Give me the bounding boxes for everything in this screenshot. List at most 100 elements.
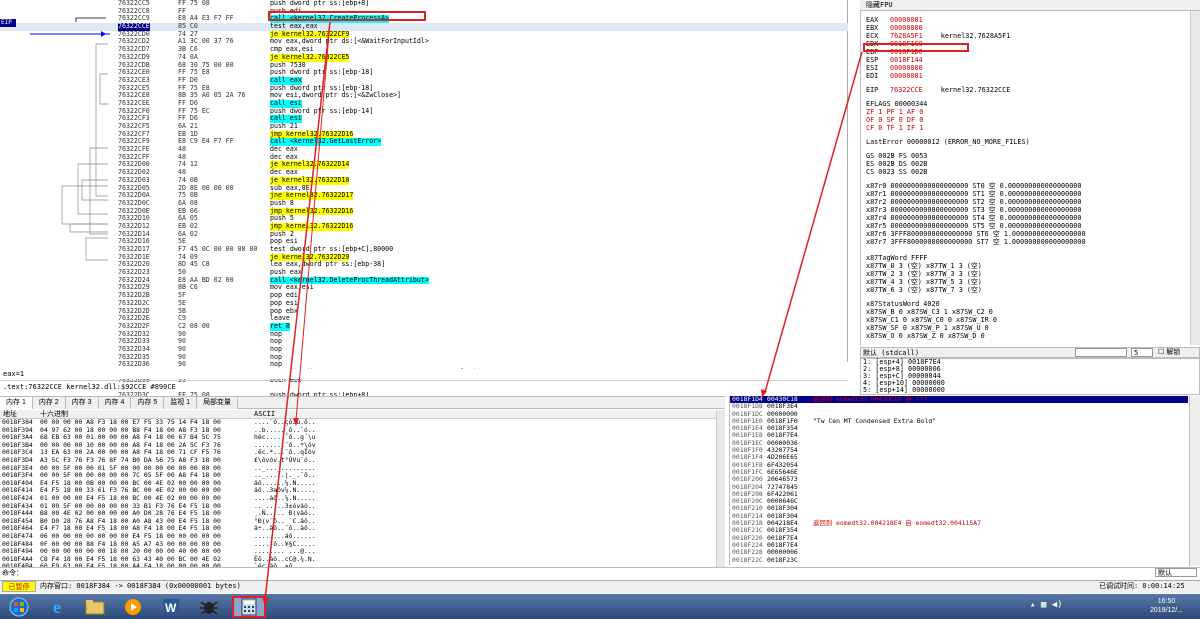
disassembly-rows[interactable]: 76322CC5 FF 75 08 push dword ptr ss:[ebp+8… [0, 0, 848, 400]
register-value: 00000001 [890, 72, 923, 80]
clock-date: 2019/12/... [1150, 607, 1184, 614]
flags-line: OF 0 SF 0 DF 0 [866, 116, 924, 124]
command-mode-select[interactable]: 默认 [1155, 568, 1197, 577]
dump-tab[interactable]: 内存 1 [0, 397, 33, 409]
stack-row[interactable]: 0018F210 0018F304 [730, 505, 1188, 513]
statusword-line: x87SW_B 0 x87SW_C3 1 x87SW_C2 0 [866, 308, 993, 316]
segment-line: GS 002B FS 0053 [866, 152, 928, 160]
stack-row[interactable]: 0018F200 20646573 [730, 475, 1188, 483]
dump-tab[interactable]: 内存 3 [65, 397, 99, 409]
command-bar[interactable]: 命令： [0, 567, 1200, 578]
stack-row[interactable]: 0018F1DC 00000000 [730, 410, 1188, 418]
disasm-bytes: E8 C9 E4 F7 FF [178, 137, 234, 146]
stack-address: 0018F22C [732, 555, 763, 564]
flags-line: CF 0 TF 1 IF 1 [866, 124, 924, 132]
unlock-label: 解锁 [1166, 349, 1181, 356]
stack-scrollbar[interactable] [1189, 396, 1200, 566]
stack-row[interactable]: 0018F228 00000006 [730, 548, 1188, 556]
register-esi: ESI 00000000 [866, 64, 923, 72]
dump-tabs[interactable]: 内存 1 内存 2 内存 3 内存 4 内存 5 监视 1 局部变量 [0, 396, 725, 409]
stack-row[interactable]: 0018F224 0018F7E4 [730, 541, 1188, 549]
ie-icon: e [53, 596, 61, 617]
registers-scrollbar[interactable] [1190, 11, 1200, 345]
taskbar-debugger[interactable] [192, 596, 226, 618]
stack-row[interactable]: 0018F220 0018F7E4 [730, 534, 1188, 542]
memory-dump[interactable]: 0018F384 00 00 00 00 A8 F3 18 00 E7 F5 33… [0, 419, 725, 567]
taskbar-word[interactable]: W [154, 596, 188, 618]
dump-tab[interactable]: 内存 2 [32, 397, 66, 409]
stack-row[interactable]: 0018F218 004218E4 返回到 eomedt32.004218E4 自 … [730, 519, 1188, 528]
register-value: 0018F144 [890, 56, 923, 64]
stack-row[interactable]: 0018F1EC 00000036 [730, 439, 1188, 447]
unlock-checkbox[interactable]: ☐ 解锁 [1158, 348, 1180, 357]
stack-row[interactable]: 0018F1E8 0018F7E4 [730, 432, 1188, 440]
calculator-icon [241, 598, 257, 616]
start-button[interactable] [2, 596, 36, 618]
tagword-line: x87TW_2 3 (空) x87TW_3 3 (空) [866, 270, 982, 278]
stack-row[interactable]: 0018F204 72747845 [730, 483, 1188, 491]
info-line-2: .text:76322CCE kernel32.dll:$92CCE #890C… [0, 382, 848, 392]
stack-comment: 返回到 eomedt32.004218E4 自 eomedt32.004115A… [813, 519, 981, 528]
stack-row[interactable]: 0018F208 6F422061 [730, 490, 1188, 498]
tagword-line: x87TagWord FFFF [866, 254, 928, 262]
dump-scrollbar[interactable] [716, 410, 725, 567]
stack-value: 0018F23C [767, 555, 798, 564]
command-label: 命令： [2, 569, 23, 577]
register-value: 00000000 [890, 64, 923, 72]
flags-line: ZF 1 PF 1 AF 0 [866, 108, 924, 116]
call-convention-select[interactable] [1075, 348, 1127, 357]
dump-tab[interactable]: 局部变量 [197, 397, 239, 409]
stack-row[interactable]: 0018F1FC 6E65646E [730, 468, 1188, 476]
fpu-line: x87r0 0000000000000000000 ST0 空 0.000000… [866, 182, 1082, 190]
args-list: 1: [esp+4] 0018F7E4 2: [esp+8] 00000006 3:… [860, 358, 1200, 395]
register-eax: EAX 00000001 [866, 16, 923, 24]
statusword-line: x87SW_SF 0 x87SW_P 1 x87SW_U 0 [866, 324, 989, 332]
bug-icon [200, 601, 218, 615]
stack-row[interactable]: 0018F1F4 4D206E65 [730, 454, 1188, 462]
taskbar-explorer[interactable] [78, 596, 112, 618]
fpu-line: x87r3 0000000000000000000 ST3 空 0.000000… [866, 206, 1082, 214]
status-message: 内存窗口: 0018F384 -> 0018F384 (0x00000001 b… [40, 582, 241, 590]
tray-icons[interactable]: ▴ ▦ ◀) [1030, 600, 1063, 610]
network-icon: ▦ [1040, 600, 1047, 610]
fpu-line: x87r2 0000000000000000000 ST2 空 0.000000… [866, 198, 1082, 206]
stack-row[interactable]: 0018F20C 0000646C [730, 497, 1188, 505]
register-value: 00000001 [890, 16, 923, 24]
stack-row[interactable]: 0018F22C 0018F23C [730, 555, 1188, 564]
taskbar-calculator[interactable] [232, 596, 266, 618]
register-name: ECX [866, 32, 879, 40]
stack-comment: "Tw Cen MT Condensed Extra Bold" [813, 416, 937, 425]
clock-time: 16:50 [1157, 598, 1176, 605]
stack-row[interactable]: 0018F1F0 43207754 [730, 446, 1188, 454]
stack-row[interactable]: 0018F1E4 0018F354 [730, 424, 1188, 432]
tagword-line: x87TW_4 3 (空) x87TW_5 3 (空) [866, 278, 982, 286]
stack-row[interactable]: 0018F21C 0018F354 [730, 527, 1188, 535]
register-name: EDI [866, 72, 879, 80]
hide-fpu-tab[interactable]: 隐藏FPU [860, 0, 1200, 11]
arg-count-select[interactable]: 5 [1131, 348, 1153, 357]
annotation-box-call [268, 11, 426, 21]
annotation-box-ebp [863, 43, 969, 52]
stack-row[interactable]: 0018F1D8 0018F3E4 [730, 402, 1188, 410]
segment-line: CS 0023 SS 002B [866, 168, 928, 176]
tray-chevron-icon: ▴ [1030, 600, 1036, 610]
eflags-line: EFLAGS 00000344 [866, 100, 928, 108]
dump-tab[interactable]: 内存 4 [98, 397, 132, 409]
register-name: EBX [866, 24, 879, 32]
dump-header-ascii: ASCII [254, 410, 276, 418]
arg-line: 5: [esp+14] 00000000 [863, 386, 945, 394]
taskbar-media[interactable] [116, 596, 150, 618]
dump-tab[interactable]: 内存 5 [131, 397, 165, 409]
stack-row[interactable]: 0018F1F8 6F432054 [730, 461, 1188, 469]
taskbar-ie[interactable]: e [40, 596, 74, 618]
register-edi: EDI 00000001 [866, 72, 923, 80]
dump-header: 地址 十六进制 ASCII [0, 410, 725, 419]
windows-start-icon [9, 597, 29, 617]
stack-pane[interactable]: 0018F1D4 00430C18 返回到 eomedt32.00430C18 自 … [729, 396, 1188, 566]
stack-row[interactable]: 0018F1D4 00430C18 返回到 eomedt32.00430C18 自 … [730, 396, 1188, 404]
fpu-line: x87r4 0000000000000000000 ST4 空 0.000000… [866, 214, 1082, 222]
clock[interactable]: 16:50 2019/12/... [1150, 597, 1183, 615]
dump-tab[interactable]: 监视 1 [164, 397, 198, 409]
register-esp: ESP 0018F144 [866, 56, 923, 64]
stack-row[interactable]: 0018F1E0 0018F1F0 "Tw Cen MT Condensed Ext… [730, 416, 1188, 425]
